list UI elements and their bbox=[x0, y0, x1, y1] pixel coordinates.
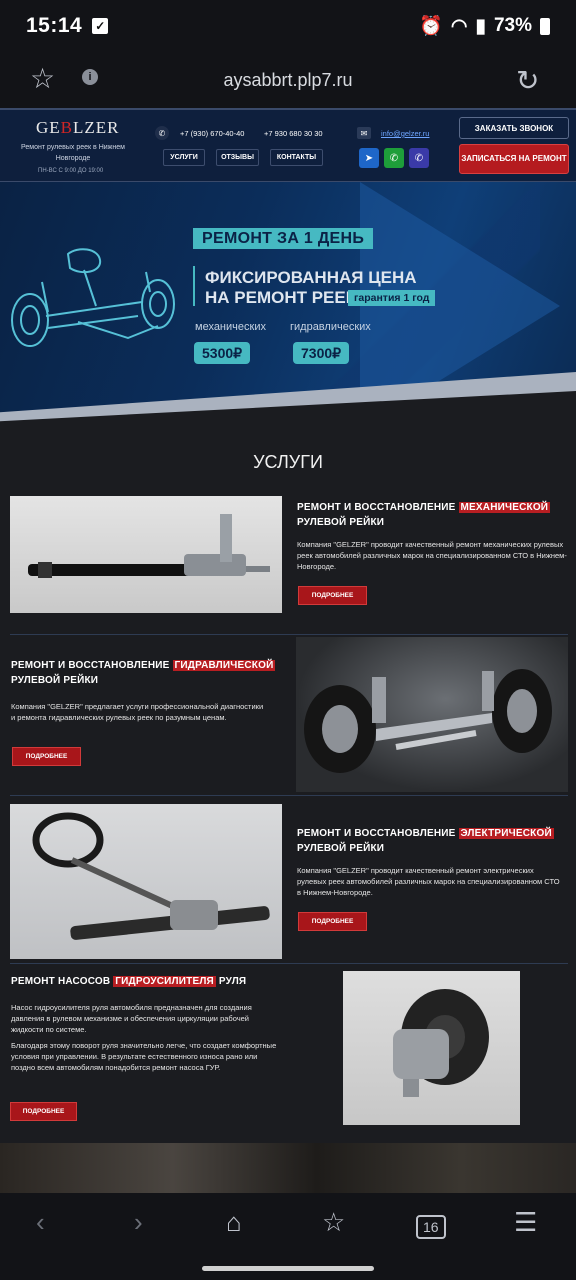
service-hydraulic-text: Компания "GELZER" предлагает услуги проф… bbox=[11, 702, 264, 722]
alarm-icon: ⏰ bbox=[419, 16, 443, 37]
battery-icon bbox=[540, 17, 550, 35]
service-electric-more-button[interactable]: ПОДРОБНЕЕ bbox=[298, 912, 367, 931]
mechanical-price: 5300₽ bbox=[194, 342, 251, 364]
signal-icon: ▮ bbox=[475, 15, 486, 37]
service-pump-title: РЕМОНТ НАСОСОВ ГИДРОУСИЛИТЕЛЯ РУЛЯ bbox=[11, 976, 247, 987]
service-hydraulic-more-button[interactable]: ПОДРОБНЕЕ bbox=[12, 747, 81, 766]
phone-2-link[interactable]: +7 930 680 30 30 bbox=[264, 129, 323, 138]
forward-icon[interactable]: › bbox=[134, 1207, 143, 1238]
gesture-handle bbox=[202, 1266, 374, 1271]
service-pump-more-button[interactable]: ПОДРОБНЕЕ bbox=[10, 1102, 77, 1121]
tabs-count[interactable]: 16 bbox=[416, 1215, 446, 1239]
service-mechanical-more-button[interactable]: ПОДРОБНЕЕ bbox=[298, 586, 367, 605]
gelzer-logo[interactable]: GEBLZER bbox=[36, 118, 120, 138]
hydraulic-price: 7300₽ bbox=[293, 342, 350, 364]
suspension-xray-image bbox=[11, 248, 175, 347]
service-mechanical-title: РЕМОНТ И ВОССТАНОВЛЕНИЕ МЕХАНИЧЕСКОЙ РУЛЕ… bbox=[297, 502, 551, 528]
site-header: GEBLZER Ремонт рулевых реек в Нижнем Нов… bbox=[0, 108, 576, 182]
guarantee-badge: гарантия 1 год bbox=[348, 290, 436, 306]
nav-reviews[interactable]: ОТЗЫВЫ bbox=[216, 149, 259, 166]
url-text[interactable]: aysabbrt.plp7.ru bbox=[0, 70, 576, 91]
service-pump-text: Насос гидроусилителя руля автомобиля пре… bbox=[11, 1003, 252, 1034]
one-day-repair-badge: РЕМОНТ ЗА 1 ДЕНЬ bbox=[193, 228, 374, 249]
mail-icon: ✉ bbox=[357, 127, 371, 139]
hero-banner: РЕМОНТ ЗА 1 ДЕНЬ ФИКСИРОВАННАЯ ЦЕНА НА Р… bbox=[0, 182, 576, 430]
order-call-button[interactable]: ЗАКАЗАТЬ ЗВОНОК bbox=[459, 117, 569, 139]
back-icon[interactable]: ‹ bbox=[36, 1207, 45, 1238]
pump-image bbox=[343, 971, 520, 1125]
hydraulic-label: гидравлических bbox=[290, 321, 371, 333]
hero-headline-2: НА РЕМОНТ РЕЕК bbox=[205, 288, 357, 307]
status-time: 15:14 bbox=[26, 14, 83, 37]
workshop-photo bbox=[0, 1143, 576, 1193]
email-link[interactable]: info@gelzer.ru bbox=[381, 129, 429, 138]
mechanical-label: механических bbox=[195, 321, 266, 333]
notification-check-icon: ✓ bbox=[92, 18, 109, 34]
nav-services[interactable]: УСЛУГИ bbox=[163, 149, 205, 166]
telegram-icon[interactable]: ➤ bbox=[359, 148, 379, 168]
service-pump-text-2: Благодаря этому поворот руля значительно… bbox=[11, 1041, 277, 1072]
whatsapp-icon[interactable]: ✆ bbox=[384, 148, 404, 168]
battery-percent: 73% bbox=[493, 15, 532, 36]
status-bar: 15:14 ✓ ⏰ ◠ ▮ 73% bbox=[0, 0, 576, 52]
bookmarks-icon[interactable]: ☆ bbox=[322, 1207, 345, 1238]
viber-icon[interactable]: ✆ bbox=[409, 148, 429, 168]
work-hours: ПН-ВС С 9:00 ДО 19:00 bbox=[38, 168, 104, 174]
wifi-icon: ◠ bbox=[450, 15, 468, 37]
home-icon[interactable]: ⌂ bbox=[226, 1207, 242, 1238]
service-electric-text: Компания "GELZER" проводит качественный … bbox=[297, 866, 560, 897]
status-icons: ⏰ ◠ ▮ 73% bbox=[419, 14, 550, 38]
browser-address-bar: ☆ i aysabbrt.plp7.ru ↻ bbox=[0, 52, 576, 108]
electric-rack-image bbox=[10, 804, 282, 959]
mechanical-rack-image bbox=[10, 496, 282, 613]
site-tagline: Ремонт рулевых реек в Нижнем Новгороде bbox=[21, 144, 125, 162]
hydraulic-suspension-image bbox=[296, 637, 568, 792]
nav-contacts[interactable]: КОНТАКТЫ bbox=[270, 149, 323, 166]
reload-icon[interactable]: ↻ bbox=[516, 64, 539, 97]
signup-repair-button[interactable]: ЗАПИСАТЬСЯ НА РЕМОНТ bbox=[459, 144, 569, 174]
hero-headline-1: ФИКСИРОВАННАЯ ЦЕНА bbox=[205, 268, 417, 287]
service-hydraulic-title: РЕМОНТ И ВОССТАНОВЛЕНИЕ ГИДРАВЛИЧЕСКОЙ РУ… bbox=[11, 660, 276, 686]
service-electric-title: РЕМОНТ И ВОССТАНОВЛЕНИЕ ЭЛЕКТРИЧЕСКОЙ РУЛ… bbox=[297, 828, 554, 854]
phone-1-link[interactable]: +7 (930) 670-40-40 bbox=[180, 129, 244, 138]
service-mechanical-text: Компания "GELZER" проводит качественный … bbox=[297, 540, 567, 571]
menu-icon[interactable]: ☰ bbox=[514, 1207, 537, 1238]
services-title: УСЛУГИ bbox=[253, 452, 323, 472]
phone-icon: ✆ bbox=[155, 126, 169, 140]
